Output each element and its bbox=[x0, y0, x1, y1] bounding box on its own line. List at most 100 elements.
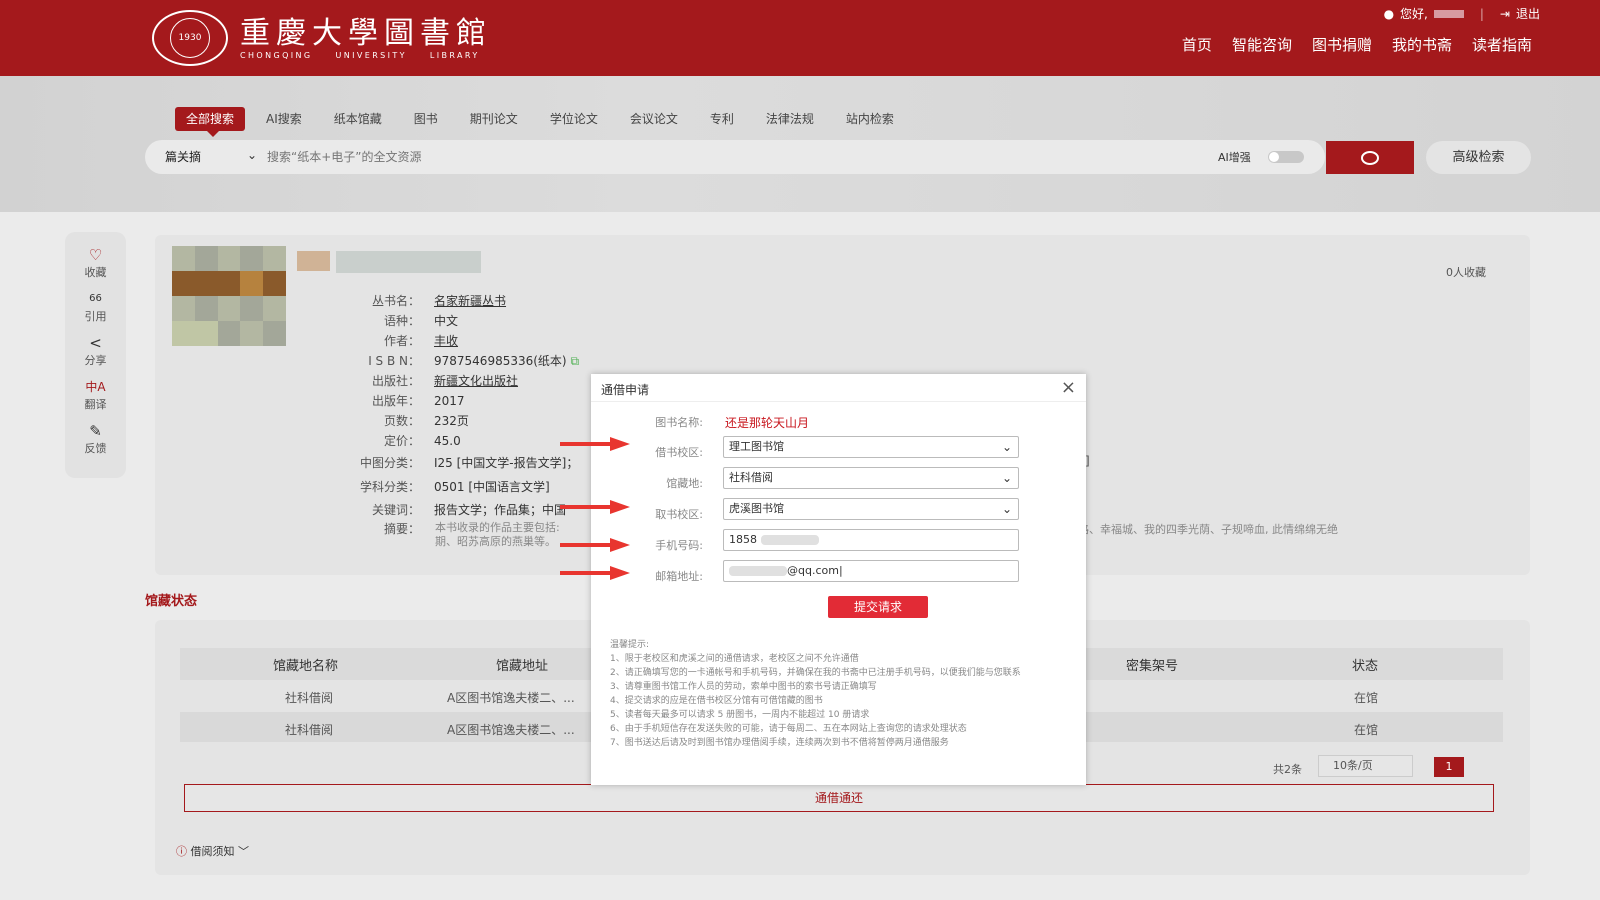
search-scope-select[interactable]: 篇关摘 bbox=[165, 148, 201, 165]
tip-line: 6、由于手机短信存在发送失败的可能，请于每周二、五在本网站上查询您的请求处理状态 bbox=[610, 724, 967, 734]
nav-reader-guide[interactable]: 读者指南 bbox=[1472, 34, 1532, 55]
annotation-arrow bbox=[560, 437, 630, 451]
field-subject: 学科分类： 0501 [中国语言文学] bbox=[359, 480, 550, 494]
col-status: 状态 bbox=[1352, 659, 1379, 674]
abstract-text: 本书收录的作品主要包括: 期、昭苏高原的燕巢等。 bbox=[435, 521, 560, 548]
submit-request-button[interactable]: 提交请求 bbox=[828, 596, 928, 618]
tip-line: 3、请尊重图书馆工作人员的劳动，索单中图书的索书号请正确填写 bbox=[610, 682, 877, 692]
email-input[interactable]: @qq.com| bbox=[723, 560, 1019, 582]
book-title-redacted bbox=[297, 251, 330, 271]
nav-my-study[interactable]: 我的书斋 bbox=[1392, 34, 1452, 55]
search-icon bbox=[1361, 150, 1379, 165]
holdings-title: 馆藏状态 bbox=[145, 594, 198, 609]
chevron-down-icon: ﹀ bbox=[238, 845, 249, 858]
page-number-button[interactable]: 1 bbox=[1434, 757, 1464, 777]
annotation-arrow bbox=[560, 566, 630, 580]
location-select[interactable]: 社科借阅 ⌄ bbox=[723, 467, 1019, 489]
ai-enhance-toggle[interactable] bbox=[1268, 151, 1304, 163]
tab-conference-papers[interactable]: 会议论文 bbox=[619, 107, 689, 131]
share-tool[interactable]: < 分享 bbox=[65, 334, 126, 368]
field-series: 丛书名： 名家新疆丛书 bbox=[371, 294, 507, 308]
tab-patents[interactable]: 专利 bbox=[699, 107, 745, 131]
username-redacted bbox=[1433, 9, 1464, 18]
cite-tool[interactable]: 66 引用 bbox=[65, 290, 126, 324]
field-clc: 中图分类： I25 [中国文学-报告文学]； bbox=[359, 456, 579, 470]
location-label: 馆藏地: bbox=[666, 477, 703, 490]
library-logo[interactable]: 1930 重慶大學圖書館 CHONGQING UNIVERSITY LIBRAR… bbox=[152, 10, 492, 66]
divider: | bbox=[1479, 6, 1484, 21]
abstract-text-right: 路、幸福城、我的四季光荫、子规啼血, 此情绵绵无绝 bbox=[1078, 523, 1338, 536]
pager-total: 共2条 bbox=[1273, 763, 1302, 776]
author-link[interactable]: 丰收 bbox=[434, 334, 458, 348]
info-icon: ⓘ bbox=[176, 845, 187, 858]
book-cover-image bbox=[172, 246, 286, 346]
pickup-campus-select[interactable]: 虎溪图书馆 ⌄ bbox=[723, 498, 1019, 520]
tip-line: 1、限于老校区和虎溪之间的通借请求，老校区之间不允许通借 bbox=[610, 654, 859, 664]
book-name-label: 图书名称: bbox=[655, 416, 703, 429]
page-size-select[interactable]: 10条/页 bbox=[1318, 755, 1413, 777]
feedback-label: 反馈 bbox=[84, 442, 107, 455]
seal-year: 1930 bbox=[170, 18, 210, 58]
favorite-count: 0人收藏 bbox=[1446, 266, 1486, 279]
logo-english-name: CHONGQING UNIVERSITY LIBRARY bbox=[240, 50, 480, 60]
inter-campus-borrow-button[interactable]: 通借通还 bbox=[184, 784, 1494, 812]
close-icon[interactable]: × bbox=[1061, 377, 1076, 398]
tips-section: 温馨提示: 1、限于老校区和虎溪之间的通借请求，老校区之间不允许通借 2、请正确… bbox=[610, 638, 1050, 750]
tab-site-search[interactable]: 站内检索 bbox=[835, 107, 905, 131]
publisher-link[interactable]: 新疆文化出版社 bbox=[434, 374, 518, 388]
favorite-label: 收藏 bbox=[84, 266, 107, 279]
email-redacted bbox=[729, 566, 787, 576]
table-cell: 社科借阅 bbox=[285, 691, 334, 705]
search-button[interactable] bbox=[1326, 141, 1414, 174]
search-input[interactable] bbox=[267, 140, 1147, 174]
nav-home[interactable]: 首页 bbox=[1182, 34, 1212, 55]
annotation-arrow bbox=[560, 500, 630, 514]
chevron-down-icon: ⌄ bbox=[1001, 502, 1012, 516]
series-link[interactable]: 名家新疆丛书 bbox=[434, 294, 506, 308]
tab-journal-articles[interactable]: 期刊论文 bbox=[459, 107, 529, 131]
user-icon: ● bbox=[1383, 6, 1395, 21]
nav-smart-consult[interactable]: 智能咨询 bbox=[1232, 34, 1292, 55]
tab-ai-search[interactable]: AI搜索 bbox=[255, 107, 313, 131]
borrow-campus-select[interactable]: 理工图书馆 ⌄ bbox=[723, 436, 1019, 458]
ai-enhance-label: AI增强 bbox=[1218, 151, 1251, 164]
field-language: 语种： 中文 bbox=[383, 314, 459, 328]
tab-laws[interactable]: 法律法规 bbox=[755, 107, 825, 131]
copy-icon[interactable]: ⧉ bbox=[570, 354, 579, 368]
feedback-tool[interactable]: ✎ 反馈 bbox=[65, 422, 126, 456]
table-cell: A区图书馆逸夫楼二、... bbox=[447, 691, 575, 705]
advanced-search-button[interactable]: 高级检索 bbox=[1426, 141, 1531, 174]
tab-books[interactable]: 图书 bbox=[403, 107, 449, 131]
top-header: 1930 重慶大學圖書館 CHONGQING UNIVERSITY LIBRAR… bbox=[0, 0, 1600, 76]
tip-line: 5、读者每天最多可以请求 5 册图书，一周内不能超过 10 册请求 bbox=[610, 710, 870, 720]
table-cell: A区图书馆逸夫楼二、... bbox=[447, 723, 575, 737]
logout-link[interactable]: 退出 bbox=[1516, 5, 1540, 22]
translate-tool[interactable]: 中A 翻译 bbox=[65, 378, 126, 412]
field-price: 定价： 45.0 bbox=[383, 434, 461, 448]
borrow-request-dialog: 通借申请 × 图书名称: 还是那轮天山月 借书校区: 理工图书馆 ⌄ 馆藏地: 社… bbox=[591, 374, 1086, 785]
share-icon: < bbox=[89, 334, 102, 352]
chevron-down-icon: ⌄ bbox=[1001, 440, 1012, 454]
share-label: 分享 bbox=[84, 354, 107, 367]
phone-input[interactable]: 1858 bbox=[723, 529, 1019, 551]
tab-theses[interactable]: 学位论文 bbox=[539, 107, 609, 131]
borrow-notice-toggle[interactable]: ⓘ 借阅须知 ﹀ bbox=[176, 843, 249, 859]
toggle-knob bbox=[1269, 152, 1279, 162]
nav-book-donation[interactable]: 图书捐赠 bbox=[1312, 34, 1372, 55]
logo-chinese-name: 重慶大學圖書館 bbox=[240, 15, 492, 51]
field-abstract: 摘要： bbox=[383, 522, 420, 536]
chevron-down-icon[interactable]: ⌄ bbox=[247, 148, 257, 162]
book-name-value: 还是那轮天山月 bbox=[725, 416, 810, 430]
quote-icon: 66 bbox=[89, 293, 102, 304]
dialog-header: 通借申请 × bbox=[591, 374, 1086, 402]
favorite-tool[interactable]: ♡ 收藏 bbox=[65, 246, 126, 280]
tab-print-holdings[interactable]: 纸本馆藏 bbox=[323, 107, 393, 131]
tab-all-search[interactable]: 全部搜索 bbox=[175, 107, 246, 137]
greeting-text: 您好, bbox=[1400, 7, 1428, 21]
field-author: 作者： 丰收 bbox=[383, 334, 459, 348]
user-bar: ● 您好, | ⇥ 退出 bbox=[1384, 5, 1540, 22]
tip-line: 2、请正确填写您的一卡通帐号和手机号码，并确保在我的书斋中已注册手机号码，以便我… bbox=[610, 668, 1021, 678]
heart-icon: ♡ bbox=[88, 246, 103, 264]
dialog-title: 通借申请 bbox=[601, 383, 650, 397]
logout-icon[interactable]: ⇥ bbox=[1500, 7, 1510, 21]
